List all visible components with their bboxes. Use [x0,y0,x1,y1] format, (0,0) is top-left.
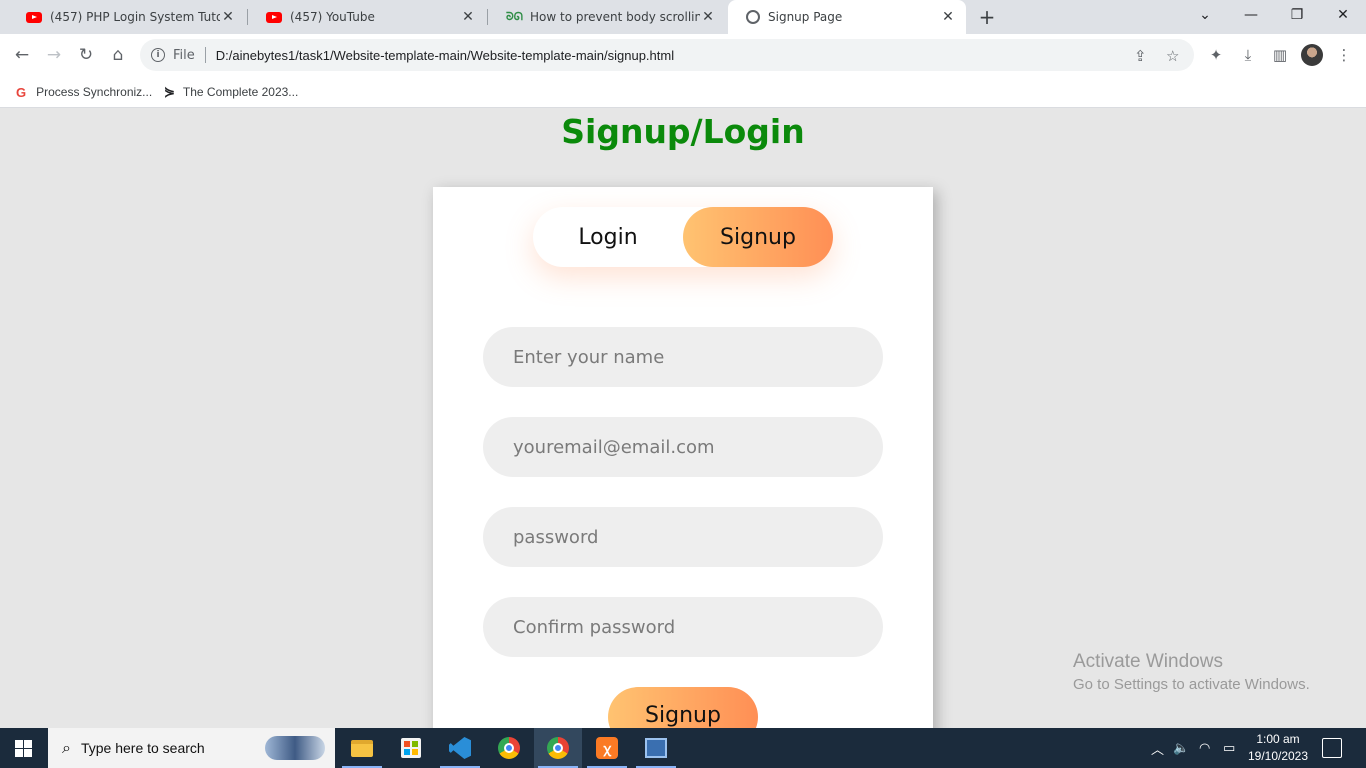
confirm-password-input[interactable] [483,597,883,657]
tab-title: How to prevent body scrolling b [530,10,700,24]
vscode-icon[interactable] [436,728,484,768]
address-separator [204,47,206,63]
download-icon[interactable]: ⤓ [1238,45,1258,65]
bookmarks-bar: G Process Synchroniz... ⋟ The Complete 2… [0,76,1366,108]
battery-icon[interactable]: ▭ [1223,728,1235,768]
watermark-subtitle: Go to Settings to activate Windows. [1073,676,1310,693]
forward-button[interactable]: → [41,42,67,68]
browser-toolbar: ← → ↻ ⌂ i File D:/ainebytes1/task1/Websi… [0,34,1366,76]
back-button[interactable]: ← [9,42,35,68]
tab-signup-page[interactable]: Signup Page ✕ [728,0,966,34]
side-panel-icon[interactable]: ▥ [1270,45,1290,65]
new-tab-button[interactable]: + [976,5,998,29]
activate-windows-watermark: Activate Windows Go to Settings to activ… [1073,651,1310,693]
search-highlight-image [265,736,325,760]
geeksforgeeks-icon: ᘐᘏ [506,10,523,23]
reload-button[interactable]: ↻ [73,42,99,68]
chrome-icon[interactable] [485,728,533,768]
scheme-label: File [173,47,195,63]
chrome-profile-icon[interactable] [534,728,582,768]
close-window-button[interactable]: ✕ [1320,0,1366,30]
close-icon[interactable]: ✕ [700,9,716,25]
tab-prevent-scrolling[interactable]: ᘐᘏ How to prevent body scrolling b ✕ [488,0,726,34]
tab-php-login[interactable]: (457) PHP Login System Tutorial ✕ [8,0,246,34]
show-hidden-icons[interactable]: ︿ [1151,728,1164,768]
address-bar[interactable]: i File D:/ainebytes1/task1/Website-templ… [140,39,1194,71]
bookmark-star-icon[interactable]: ☆ [1166,47,1179,65]
windows-taskbar: ⌕ Type here to search ꭓ ︿ 🔈 ◠ ▭ 1:00 am … [0,728,1366,768]
youtube-icon [266,11,282,23]
g-icon: G [16,84,27,100]
volume-icon[interactable]: 🔈 [1173,728,1189,768]
email-input[interactable] [483,417,883,477]
page-title: Signup/Login [561,112,805,151]
password-input[interactable] [483,507,883,567]
taskbar-clock[interactable]: 1:00 am 19/10/2023 [1244,731,1312,765]
tab-search-button[interactable]: ⌄ [1182,0,1228,30]
login-tab[interactable]: Login [533,207,683,267]
search-placeholder: Type here to search [80,740,205,756]
signup-submit-button[interactable]: Signup [608,687,758,728]
close-icon[interactable]: ✕ [220,9,236,25]
tab-title: (457) PHP Login System Tutorial [50,10,220,24]
clock-date: 19/10/2023 [1247,749,1309,763]
microsoft-store-icon[interactable] [387,728,435,768]
close-icon[interactable]: ✕ [940,9,956,25]
bookmark-label: The Complete 2023... [182,85,299,99]
youtube-icon [26,11,42,23]
notification-icon[interactable] [1322,738,1342,758]
file-explorer-icon[interactable] [338,728,386,768]
close-icon[interactable]: ✕ [460,9,476,25]
clock-time: 1:00 am [1256,732,1300,746]
bookmark-label: Process Synchroniz... [36,85,153,99]
login-signup-toggle: Login Signup [533,207,833,267]
tool-app-icon[interactable] [632,728,680,768]
tab-title: Signup Page [768,10,843,24]
globe-icon [746,10,760,24]
bookmark-process-synchronization[interactable]: G Process Synchroniz... [16,82,152,102]
tab-youtube[interactable]: (457) YouTube ✕ [248,0,486,34]
search-icon: ⌕ [62,738,71,757]
taskbar-search[interactable]: ⌕ Type here to search [48,728,335,768]
minimize-button[interactable]: — [1228,0,1274,30]
share-icon[interactable]: ⇪ [1134,47,1147,65]
profile-avatar[interactable] [1301,44,1323,66]
arrow-icon: ⋟ [164,84,175,99]
watermark-title: Activate Windows [1073,651,1223,672]
bookmark-complete-2023[interactable]: ⋟ The Complete 2023... [164,82,298,102]
url-text[interactable]: D:/ainebytes1/task1/Website-template-mai… [216,48,674,63]
signup-tab[interactable]: Signup [683,207,833,267]
xampp-icon[interactable]: ꭓ [583,728,631,768]
restore-button[interactable]: ❐ [1274,0,1320,30]
network-icon[interactable]: ◠ [1199,728,1210,768]
tab-title: (457) YouTube [290,10,375,24]
tab-strip: (457) PHP Login System Tutorial ✕ (457) … [0,0,1366,34]
page-viewport: Signup/Login Login Signup Signup Activat… [0,109,1366,728]
home-button[interactable]: ⌂ [105,42,131,68]
extensions-icon[interactable]: ✦ [1206,45,1226,65]
signup-card: Login Signup Signup [433,187,933,728]
menu-icon[interactable]: ⋮ [1334,45,1354,65]
start-button[interactable] [15,740,32,757]
name-input[interactable] [483,327,883,387]
info-icon[interactable]: i [151,48,165,62]
